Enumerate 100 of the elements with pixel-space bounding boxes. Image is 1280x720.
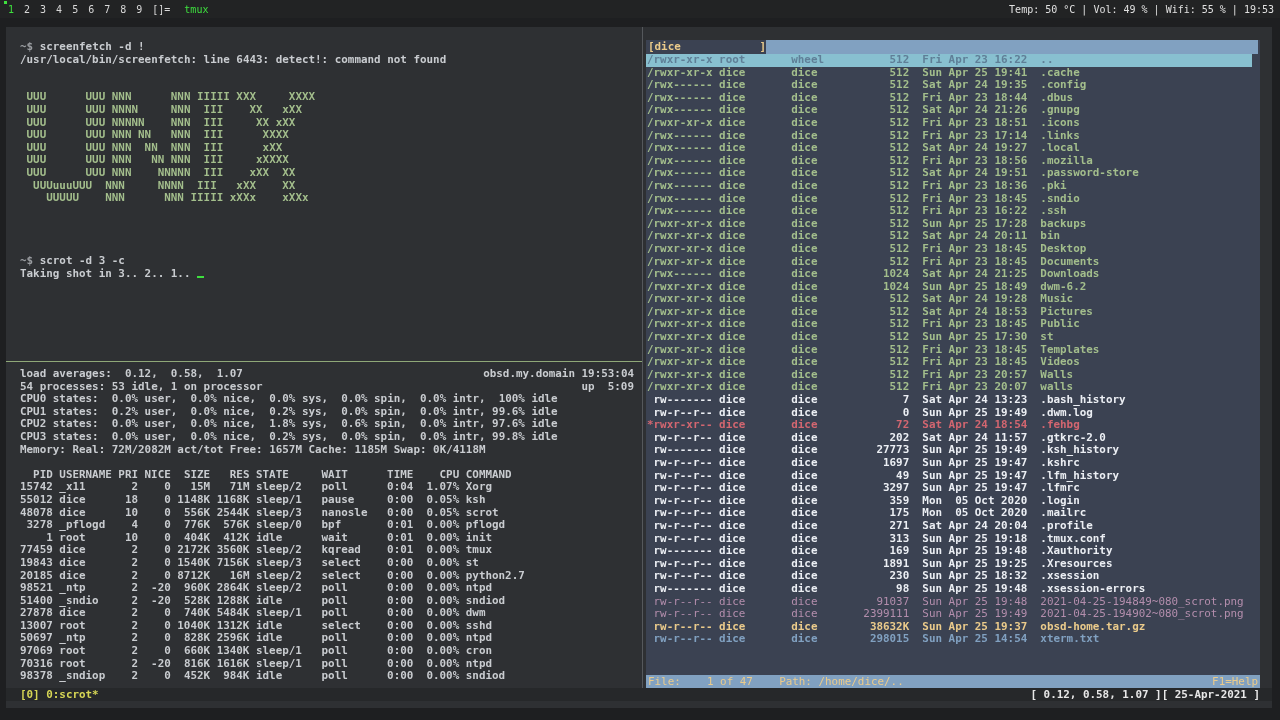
- file-row[interactable]: /rwx------ dice dice 1024 Sat Apr 24 21:25 Downloads: [646, 268, 1252, 281]
- table-cell-text: poll: [321, 670, 349, 683]
- workspace-tag[interactable]: 6: [84, 1, 99, 17]
- table-cell-text: -20: [150, 594, 171, 608]
- table-cell-text: 0:00: [386, 493, 414, 507]
- workspace-tag[interactable]: 8: [116, 1, 131, 17]
- column-header: SIZE: [182, 468, 211, 482]
- table-cell-text: 0:01: [386, 544, 414, 557]
- column-header: WAIT: [321, 468, 349, 482]
- table-cell: 50697: [20, 632, 53, 646]
- cpu-states: CPU0 states: 0.0% user, 0.0% nice, 0.0% sys, 0.0% spin, 0.0% intr, 100% idle: [20, 393, 559, 406]
- file-row[interactable]: /rwxr-xr-x dice dice 512 Sat Apr 24 20:11 bin: [646, 230, 1252, 243]
- table-cell-text: sleep/3: [256, 556, 303, 570]
- table-cell-text: sleep/1: [256, 607, 303, 620]
- file-row[interactable]: /rwx------ dice dice 512 Sat Apr 24 21:26 .gnupg: [646, 104, 1252, 117]
- file-row[interactable]: /rwxr-xr-x dice dice 512 Fri Apr 23 18:51 .icons: [646, 116, 1252, 130]
- table-cell-text: poll: [321, 632, 349, 646]
- file-row[interactable]: rw-r--r-- dice dice 175 Mon 05 Oct 2020 .mailrc: [646, 507, 1252, 520]
- file-row[interactable]: /rwxr-xr-x dice dice 512 Sat Apr 24 19:28 Music: [646, 293, 1252, 306]
- file-row[interactable]: /rwx------ dice dice 512 Fri Apr 23 18:44 .dbus: [646, 91, 1252, 105]
- table-cell-text: dice: [59, 544, 87, 557]
- file-row[interactable]: /rwx------ dice dice 512 Fri Apr 23 18:56 .mozilla: [646, 154, 1252, 168]
- file-row[interactable]: rw-r--r-- dice dice 2399111 Sun Apr 25 19:49 2021-04-25-194902~080_scrot.png: [646, 608, 1252, 621]
- file-row[interactable]: rw-r--r-- dice dice 313 Sun Apr 25 19:18 .tmux.conf: [646, 532, 1252, 546]
- table-cell: scrot: [465, 506, 499, 520]
- file-row[interactable]: /rwxr-xr-x dice dice 512 Fri Apr 23 18:45 Desktop: [646, 242, 1252, 256]
- file-row[interactable]: /rwxr-xr-x dice dice 512 Sun Apr 25 17:30 st: [646, 331, 1252, 344]
- table-cell-text: 2172K: [176, 544, 211, 557]
- table-cell: 98521: [20, 582, 53, 595]
- table-cell: dwm: [465, 607, 486, 620]
- file-row[interactable]: rw-r--r-- dice dice 1891 Sun Apr 25 19:25 .Xresources: [646, 557, 1252, 571]
- file-row[interactable]: rw-r--r-- dice dice 91037 Sun Apr 25 19:48 2021-04-25-194849~080_scrot.png: [646, 595, 1252, 609]
- file-row[interactable]: /rwxr-xr-x dice dice 512 Fri Apr 23 18:45 Videos: [646, 356, 1252, 369]
- cpu-states: CPU2 states: 0.0% user, 0.0% nice, 1.8% sys, 0.6% spin, 0.0% intr, 97.6% idle: [20, 418, 559, 431]
- file-row[interactable]: /rwx------ dice dice 512 Fri Apr 23 18:45 .sndio: [646, 192, 1252, 206]
- file-row[interactable]: rw-r--r-- dice dice 3297 Sun Apr 25 19:47 .lfmrc: [646, 482, 1252, 495]
- file-row[interactable]: /rwxr-xr-x dice dice 512 Fri Apr 23 18:45 Documents: [646, 255, 1252, 269]
- file-row[interactable]: /rwx------ dice dice 512 Sat Apr 24 19:35 .config: [646, 79, 1252, 92]
- file-row[interactable]: rw-r--r-- dice dice 0 Sun Apr 25 19:49 .dwm.log: [646, 406, 1252, 420]
- table-cell: 51400: [20, 594, 53, 608]
- file-row[interactable]: /rwx------ dice dice 512 Sat Apr 24 19:51 .password-store: [646, 167, 1252, 180]
- table-cell: 77459: [20, 544, 53, 557]
- table-cell-text: 0:00: [386, 645, 414, 658]
- workspace-tag[interactable]: 7: [100, 1, 115, 17]
- file-row[interactable]: /rwxr-xr-x dice dice 512 Sun Apr 25 19:41 .cache: [646, 66, 1252, 80]
- file-row[interactable]: rw-r--r-- dice dice 1697 Sun Apr 25 19:47 .kshrc: [646, 457, 1252, 470]
- table-cell-text: 0: [163, 556, 171, 570]
- file-row[interactable]: /rwx------ dice dice 512 Fri Apr 23 17:14 .links: [646, 129, 1252, 143]
- file-row[interactable]: /rwxr-xr-x dice dice 512 Sat Apr 24 18:53 Pictures: [646, 305, 1252, 319]
- column-header: PID: [32, 468, 53, 482]
- file-row[interactable]: /rwxr-xr-x dice dice 512 Fri Apr 23 18:45 Templates: [646, 343, 1252, 357]
- file-row[interactable]: /rwxr-xr-x dice dice 1024 Sun Apr 25 18:49 dwm-6.2: [646, 280, 1252, 294]
- file-row[interactable]: /rwxr-xr-x dice dice 512 Sun Apr 25 17:28 backups: [646, 217, 1252, 231]
- table-cell: python2.7: [465, 569, 525, 583]
- column-header: COMMAND: [465, 468, 512, 482]
- workspace-tag[interactable]: 9: [132, 1, 147, 17]
- table-cell-text: 2: [130, 569, 138, 583]
- workspace-tag[interactable]: 5: [68, 1, 83, 17]
- file-row[interactable]: /rwxr-xr-x dice dice 512 Fri Apr 23 20:57 Walls: [646, 368, 1252, 382]
- table-cell-text: pause: [321, 493, 356, 507]
- file-row[interactable]: /rwx------ dice dice 512 Sat Apr 24 19:27 .local: [646, 142, 1252, 155]
- shell-command: scrot -d 3 -c: [39, 254, 125, 268]
- table-cell-text: 1.07%: [425, 481, 460, 494]
- workspace-tag[interactable]: 1: [4, 1, 19, 17]
- table-cell: st: [465, 556, 479, 570]
- ascii-art-line: UUU UUU NNN NN NNN III xXXXX: [25, 154, 290, 167]
- table-cell-text: 2: [130, 556, 138, 570]
- workspace-tag[interactable]: 2: [20, 1, 35, 17]
- table-cell-text: poll: [321, 607, 349, 620]
- file-row[interactable]: /rwxr-xr-x dice dice 512 Fri Apr 23 20:07 walls: [646, 381, 1252, 395]
- file-row[interactable]: rw------- dice dice 27773 Sun Apr 25 19:49 .ksh_history: [646, 444, 1252, 457]
- workspace-tag[interactable]: 3: [36, 1, 51, 17]
- file-row[interactable]: /rwx------ dice dice 512 Fri Apr 23 18:36 .pki: [646, 179, 1252, 193]
- table-cell-text: -20: [150, 582, 171, 595]
- tmux-session[interactable]: [0] 0:scrot*: [20, 689, 99, 701]
- file-row[interactable]: rw-r--r-- dice dice 230 Sun Apr 25 18:32 .xsession: [646, 570, 1252, 583]
- table-cell-text: sleep/2: [256, 582, 303, 595]
- file-row[interactable]: rw------- dice dice 169 Sun Apr 25 19:48 .Xauthority: [646, 545, 1252, 558]
- file-row[interactable]: rw-r--r-- dice dice 271 Sat Apr 24 20:04 .profile: [646, 519, 1252, 533]
- file-row[interactable]: rw-r--r-- dice dice 49 Sun Apr 25 19:47 .lfm_history: [646, 469, 1252, 483]
- table-cell-text: _ntp: [59, 582, 86, 595]
- table-cell-text: sleep/1: [256, 645, 303, 658]
- file-row[interactable]: rw------- dice dice 7 Sat Apr 24 13:23 .bash_history: [646, 394, 1252, 407]
- file-row[interactable]: /rwx------ dice dice 512 Fri Apr 23 16:22 .ssh: [646, 205, 1252, 218]
- table-cell-text: poll: [321, 481, 349, 494]
- table-cell-text: 0: [163, 607, 171, 620]
- layout-symbol[interactable]: []=: [152, 3, 171, 15]
- file-row[interactable]: rw-r--r-- dice dice 38632K Sun Apr 25 19:37 obsd-home.tar.gz: [646, 620, 1252, 634]
- file-row[interactable]: rw-r--r-- dice dice 202 Sat Apr 24 11:57 .gtkrc-2.0: [646, 431, 1252, 445]
- file-row[interactable]: rw-r--r-- dice dice 359 Mon 05 Oct 2020 .login: [646, 494, 1252, 508]
- table-cell-text: sleep/0: [256, 519, 303, 532]
- file-row[interactable]: *rwxr-xr-- dice dice 72 Sat Apr 24 18:54 .fehbg: [646, 419, 1252, 432]
- file-row[interactable]: rw------- dice dice 98 Sun Apr 25 19:48 .xsession-errors: [646, 582, 1252, 596]
- workspace-tag[interactable]: 4: [52, 1, 67, 17]
- tmux-status: [ 0.12, 0.58, 1.07 ][ 25-Apr-2021 ]: [1030, 689, 1260, 701]
- table-cell: 13007: [20, 619, 53, 633]
- table-cell: ksh: [465, 493, 486, 507]
- file-row[interactable]: rw-r--r-- dice dice 298015 Sun Apr 25 14:54 xterm.txt: [646, 633, 1252, 646]
- table-cell-text: 0:01: [386, 531, 414, 545]
- file-row[interactable]: /rwxr-xr-x dice dice 512 Fri Apr 23 18:45 Public: [646, 318, 1252, 332]
